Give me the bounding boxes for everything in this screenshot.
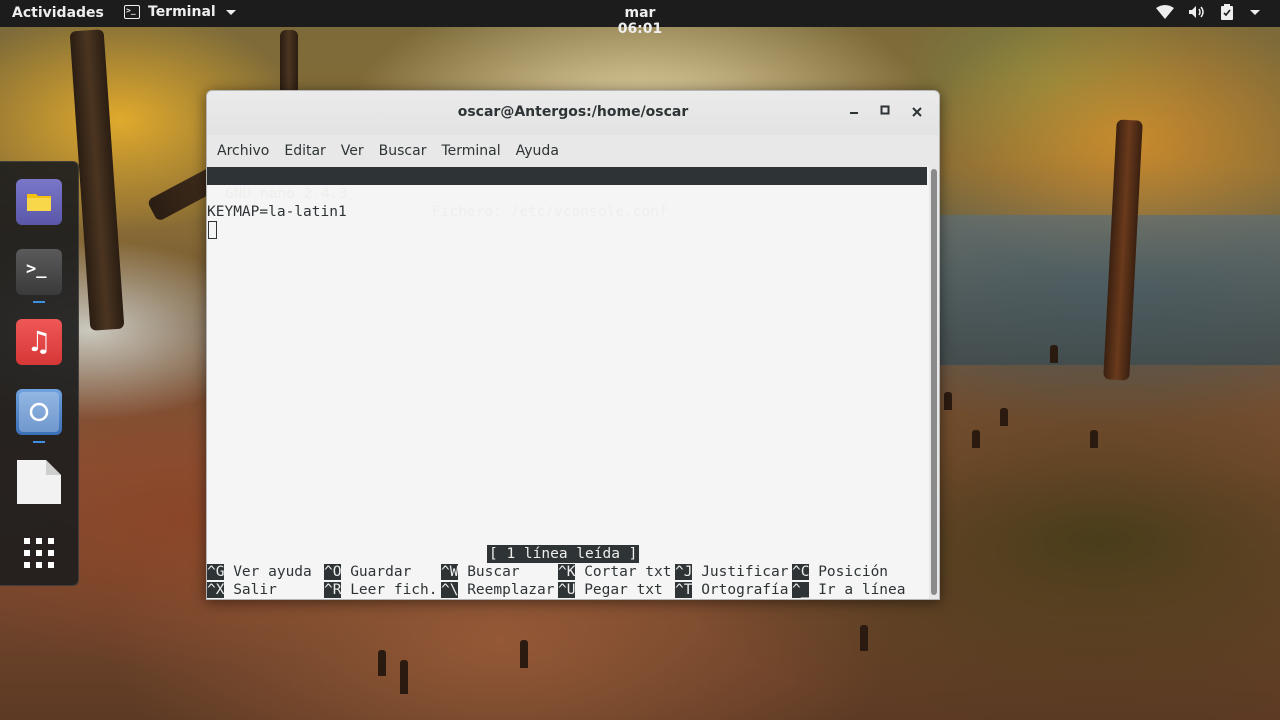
menu-editar[interactable]: Editar: [284, 143, 337, 159]
dash-document[interactable]: [16, 459, 62, 505]
files-icon: [27, 194, 51, 211]
running-indicator: [33, 301, 45, 303]
close-button[interactable]: [907, 102, 927, 122]
shortcut-ver-ayuda[interactable]: ^G Ver ayuda: [207, 563, 312, 581]
wallpaper-stump: [860, 625, 868, 651]
menu-buscar[interactable]: Buscar: [379, 143, 439, 159]
music-icon: ♫: [26, 325, 52, 358]
window-title: oscar@Antergos:/home/oscar: [457, 104, 689, 120]
maximize-icon: [880, 105, 890, 115]
nano-version: GNU nano 2.4.3: [225, 186, 348, 202]
wallpaper-stump: [972, 430, 980, 448]
show-applications-icon: [24, 538, 54, 568]
system-tray[interactable]: [1156, 4, 1260, 20]
wallpaper-stump: [520, 640, 528, 668]
window-titlebar[interactable]: oscar@Antergos:/home/oscar: [207, 91, 939, 135]
battery-icon: [1220, 4, 1234, 20]
dash-terminal[interactable]: >_: [16, 249, 62, 303]
activities-button[interactable]: Actividades: [12, 5, 104, 21]
minimize-button[interactable]: [844, 102, 864, 122]
wallpaper-stump: [378, 650, 386, 676]
maximize-button[interactable]: [875, 102, 895, 122]
shortcut-pegar[interactable]: ^U Pegar txt: [558, 581, 663, 599]
nano-filename: Fichero: /etc/vconsole.conf: [432, 204, 668, 220]
dash-show-applications[interactable]: [16, 530, 62, 576]
wifi-icon: [1156, 5, 1174, 19]
text-cursor: [208, 221, 217, 239]
menu-bar: Archivo Editar Ver Buscar Terminal Ayuda: [207, 135, 939, 167]
wallpaper-stump: [1050, 345, 1058, 363]
shortcut-leer-fich[interactable]: ^R Leer fich.: [324, 581, 438, 599]
shortcut-ir-a-linea[interactable]: ^_ Ir a línea: [792, 581, 906, 599]
close-icon: [912, 107, 922, 117]
system-menu-caret-icon: [1248, 9, 1260, 15]
nano-title-bar: GNU nano 2.4.3 Fichero: /etc/vconsole.co…: [207, 167, 927, 220]
wallpaper-stump: [944, 392, 952, 410]
terminal-scrollbar[interactable]: [929, 167, 939, 599]
top-bar: Actividades >_ Terminal mar 06:01: [0, 0, 1280, 37]
wallpaper-stump: [400, 660, 408, 694]
menu-archivo[interactable]: Archivo: [217, 143, 281, 159]
app-menu-label: Terminal: [148, 4, 216, 20]
minimize-icon: [850, 112, 858, 114]
menu-terminal[interactable]: Terminal: [441, 143, 512, 159]
shortcut-justificar[interactable]: ^J Justificar: [675, 563, 789, 581]
shortcut-reemplazar[interactable]: ^\ Reemplazar: [441, 581, 555, 599]
dash-browser[interactable]: [16, 389, 62, 443]
dash-files[interactable]: [16, 179, 62, 225]
app-menu-button[interactable]: >_ Terminal: [124, 4, 236, 20]
shortcut-ortografia[interactable]: ^T Ortografía: [675, 581, 789, 599]
terminal-app-icon: >_: [124, 5, 140, 19]
shortcut-cortar[interactable]: ^K Cortar txt: [558, 563, 672, 581]
document-icon: [17, 460, 61, 504]
shortcut-buscar[interactable]: ^W Buscar: [441, 563, 520, 581]
dash: >_ ♫: [0, 161, 79, 586]
shortcut-posicion[interactable]: ^C Posición: [792, 563, 888, 581]
file-content-line[interactable]: KEYMAP=la-latin1: [207, 203, 347, 221]
browser-icon: [19, 392, 59, 432]
menu-ver[interactable]: Ver: [341, 143, 376, 159]
running-indicator: [33, 441, 45, 443]
shortcut-row-1: ^G Ver ayuda ^O Guardar ^W Buscar ^K Cor…: [207, 563, 929, 581]
shortcut-salir[interactable]: ^X Salir: [207, 581, 277, 599]
terminal-area[interactable]: GNU nano 2.4.3 Fichero: /etc/vconsole.co…: [207, 167, 929, 599]
volume-icon: [1188, 5, 1206, 19]
chevron-down-icon: [225, 9, 236, 15]
shortcut-row-2: ^X Salir ^R Leer fich. ^\ Reemplazar ^U …: [207, 581, 929, 599]
terminal-window: oscar@Antergos:/home/oscar Archivo Edita…: [206, 90, 940, 600]
shortcut-guardar[interactable]: ^O Guardar: [324, 563, 411, 581]
wallpaper-stump: [1000, 408, 1008, 426]
menu-ayuda[interactable]: Ayuda: [516, 143, 571, 159]
wallpaper-stump: [1090, 430, 1098, 448]
scrollbar-thumb[interactable]: [931, 169, 937, 595]
terminal-icon: >_: [26, 259, 47, 279]
nano-status-message: [ 1 línea leída ]: [487, 545, 640, 563]
dash-music[interactable]: ♫: [16, 319, 62, 365]
clock[interactable]: mar 06:01: [600, 5, 680, 37]
